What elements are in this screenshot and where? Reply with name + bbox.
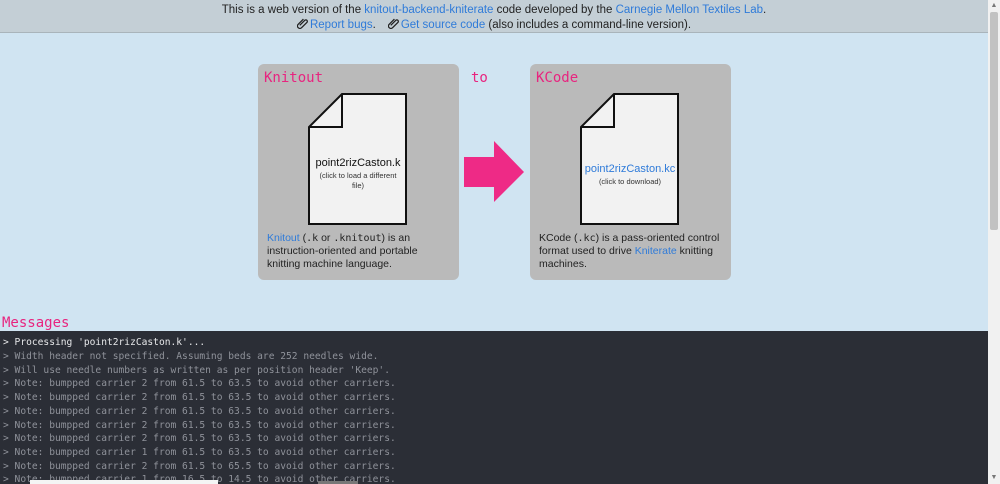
banner-text: (also includes a command-line version). <box>485 19 692 31</box>
knitout-link[interactable]: Knitout <box>267 232 300 244</box>
banner-text: This is a web version of the <box>221 4 365 16</box>
console-line: > Note: bumpped carrier 1 from 61.5 to 6… <box>3 447 396 458</box>
page-scroll-thumb[interactable] <box>990 12 998 230</box>
console-line: > Note: bumpped carrier 2 from 61.5 to 6… <box>3 433 396 444</box>
paperclip-icon <box>387 18 399 29</box>
report-bugs-link[interactable]: Report bugs <box>310 19 373 31</box>
knitout-file-button[interactable]: point2rizCaston.k (click to load a diffe… <box>308 93 408 226</box>
console-scroll-thumb[interactable] <box>30 480 218 484</box>
knitout-description: Knitout (.k or .knitout) is an instructi… <box>267 232 452 271</box>
paperclip-icon <box>296 18 308 29</box>
kcode-file-button[interactable]: point2rizCaston.kc (click to download) <box>580 93 680 226</box>
scroll-down-arrow-icon[interactable]: ▼ <box>988 472 1000 484</box>
console-line: > Note: bumpped carrier 2 from 61.5 to 6… <box>3 392 396 403</box>
info-banner: This is a web version of the knitout-bac… <box>0 0 988 33</box>
messages-console[interactable]: > Processing 'point2rizCaston.k'... > Wi… <box>0 331 988 484</box>
scroll-up-arrow-icon[interactable]: ▲ <box>988 0 1000 12</box>
get-source-link[interactable]: Get source code <box>401 19 485 31</box>
console-line: > Width header not specified. Assuming b… <box>3 351 379 362</box>
banner-text: code developed by the <box>493 4 616 16</box>
desc-text: or <box>318 232 334 244</box>
banner-line-2: Report bugs. Get source code (also includ… <box>0 18 988 32</box>
desc-text: KCode ( <box>539 232 578 244</box>
arrow-right-icon <box>464 141 524 202</box>
console-line: > Note: bumpped carrier 2 from 61.5 to 6… <box>3 461 396 472</box>
kcode-panel: KCode point2rizCaston.kc (click to downl… <box>530 64 731 280</box>
textiles-lab-link[interactable]: Carnegie Mellon Textiles Lab <box>616 4 763 16</box>
to-label: to <box>471 70 488 86</box>
ext-code: .kc <box>577 233 596 244</box>
ext-code: .knitout <box>333 233 382 244</box>
knitout-panel: Knitout point2rizCaston.k (click to load… <box>258 64 459 280</box>
kcode-file-name: point2rizCaston.kc <box>584 163 676 175</box>
console-line: > Will use needle numbers as written as … <box>3 365 390 376</box>
knitout-backend-link[interactable]: knitout-backend-kniterate <box>364 4 493 16</box>
knitout-file-hint: (click to load a different file) <box>319 171 397 190</box>
banner-line-1: This is a web version of the knitout-bac… <box>0 3 988 17</box>
document-icon <box>580 93 679 225</box>
kcode-description: KCode (.kc) is a pass-oriented control f… <box>539 232 724 271</box>
banner-text: . <box>372 19 376 31</box>
console-line: > Note: bumpped carrier 2 from 61.5 to 6… <box>3 420 396 431</box>
page-scrollbar[interactable]: ▲ ▼ <box>988 0 1000 484</box>
kcode-file-hint: (click to download) <box>598 177 662 186</box>
kcode-title: KCode <box>536 70 579 86</box>
console-line: > Note: bumpped carrier 2 from 61.5 to 6… <box>3 406 396 417</box>
ext-code: .k <box>306 233 319 244</box>
knitout-title: Knitout <box>264 70 324 86</box>
console-line: > Processing 'point2rizCaston.k'... <box>3 337 206 348</box>
console-line: > Note: bumpped carrier 2 from 61.5 to 6… <box>3 378 396 389</box>
banner-text: . <box>763 4 767 16</box>
kniterate-link[interactable]: Kniterate <box>635 245 677 257</box>
messages-title: Messages <box>2 315 70 331</box>
knitout-file-name: point2rizCaston.k <box>315 157 401 169</box>
